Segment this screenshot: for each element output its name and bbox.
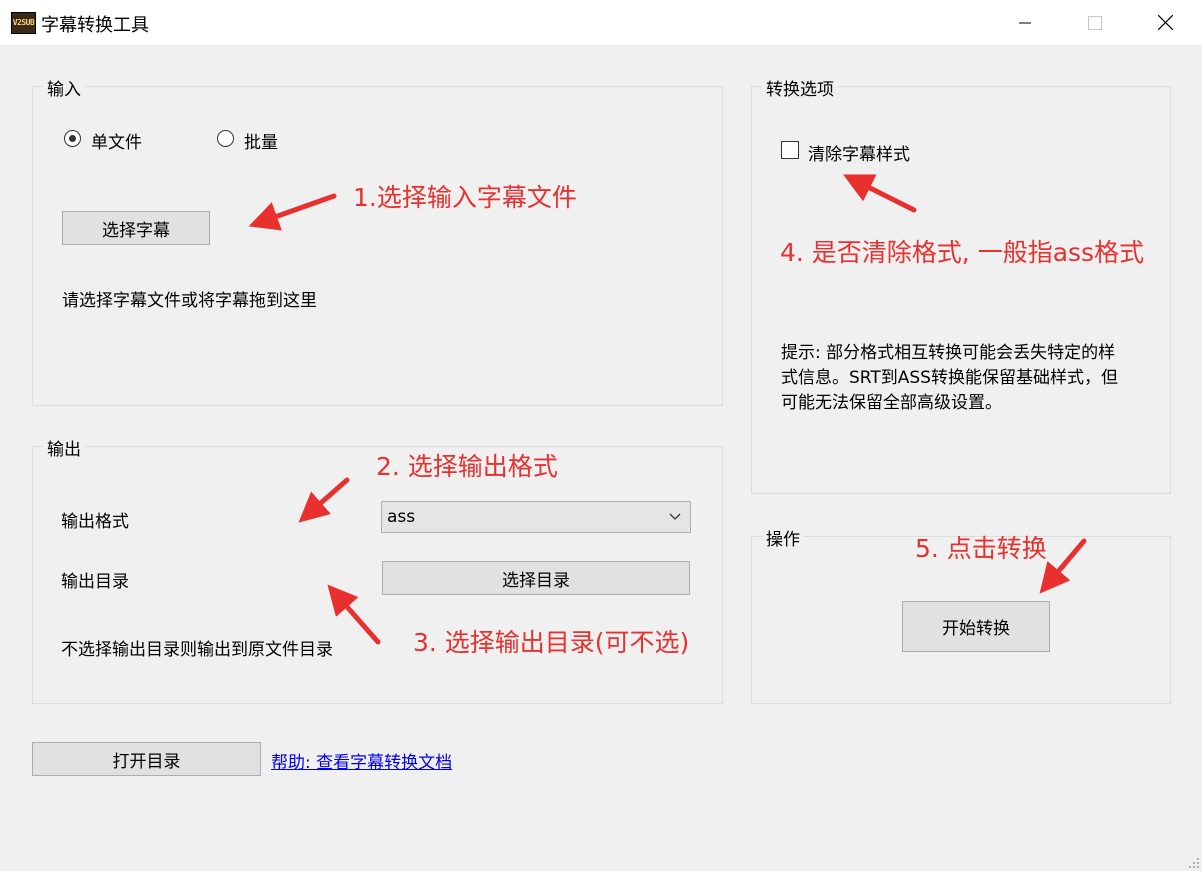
arrow-5 [1039,538,1087,594]
annotation-arrows [248,174,1087,645]
arrow-1 [248,193,337,231]
arrow-3 [327,584,381,645]
arrow-4 [843,174,917,213]
arrow-2 [298,477,350,523]
